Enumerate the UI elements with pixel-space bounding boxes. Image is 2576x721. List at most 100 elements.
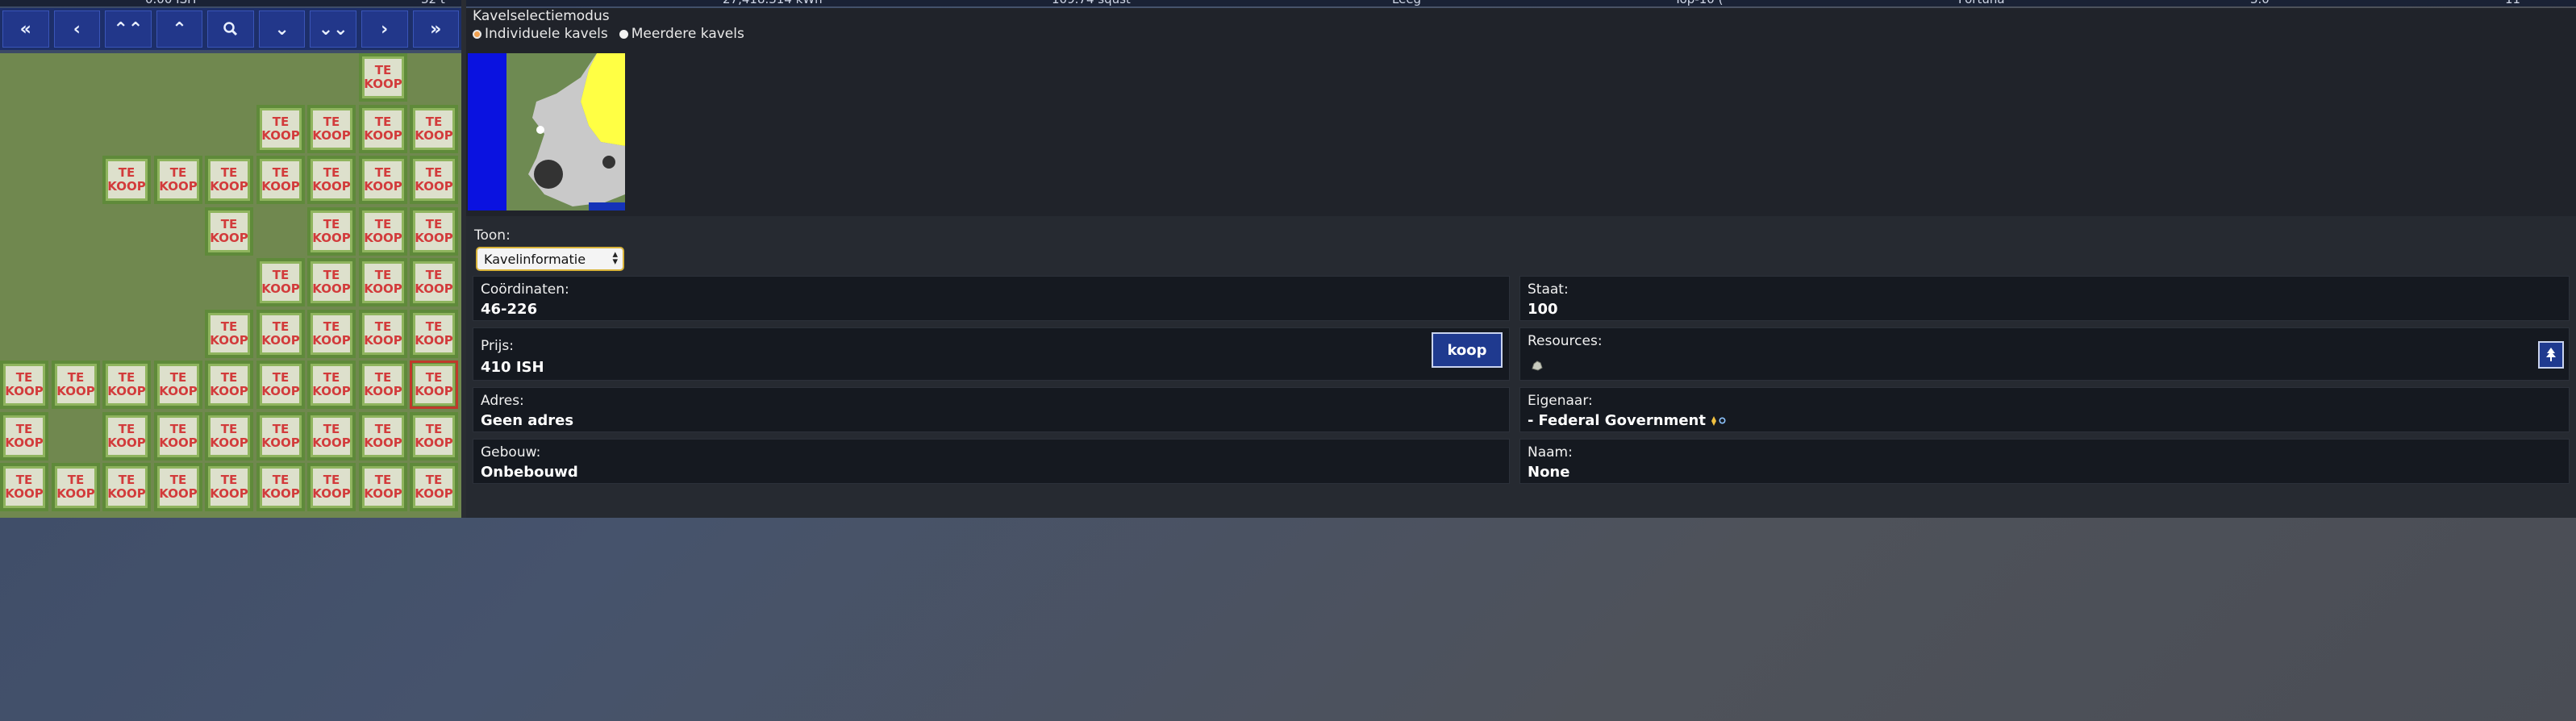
for-sale-lot[interactable]: TE KOOP	[154, 360, 202, 409]
for-sale-lot[interactable]: TE KOOP	[359, 463, 407, 511]
for-sale-lot[interactable]: TE KOOP	[307, 310, 356, 358]
for-sale-lot[interactable]: TE KOOP	[307, 207, 356, 256]
lot-sign-text: KOOP	[56, 486, 95, 501]
lot-sign-text: KOOP	[312, 179, 351, 194]
for-sale-lot[interactable]: TE KOOP	[359, 310, 407, 358]
individual-lots-radio[interactable]	[473, 29, 481, 39]
owner-value[interactable]: Federal Government	[1538, 412, 1705, 429]
for-sale-lot[interactable]: TE KOOP	[359, 258, 407, 306]
lot-sign-text: KOOP	[364, 486, 402, 501]
for-sale-lot[interactable]: TE KOOP	[256, 463, 305, 511]
for-sale-lot[interactable]: TE KOOP	[0, 412, 48, 461]
for-sale-lot[interactable]: TE KOOP	[52, 360, 100, 409]
lot-sign-text: TE	[323, 422, 340, 436]
multiple-lots-radio[interactable]	[619, 29, 628, 39]
lot-sign-text: TE	[220, 370, 238, 385]
for-sale-lot[interactable]: TE KOOP	[410, 207, 458, 256]
tree-filter-button[interactable]	[2538, 341, 2564, 369]
lot-sign-text: KOOP	[415, 333, 453, 348]
area-readout: 109.74 squst	[1052, 0, 1131, 6]
for-sale-lot[interactable]: TE KOOP	[359, 412, 407, 461]
minimap-thumbnail[interactable]	[468, 53, 625, 210]
double-right-icon[interactable]: »	[412, 10, 460, 48]
for-sale-lot[interactable]: TE KOOP	[102, 360, 151, 409]
for-sale-lot[interactable]: TE KOOP	[205, 156, 253, 204]
for-sale-lot[interactable]: TE KOOP	[52, 463, 100, 511]
lot-sign-text: KOOP	[364, 333, 402, 348]
plot-map[interactable]: TE KOOP TE KOOP TE KOOP TE KOOP TE KOOP TE KOOP TE KO…	[0, 53, 461, 518]
selected-for-sale-lot[interactable]: TE KOOP	[410, 360, 458, 409]
energy-readout: 27,418.314 kWh	[723, 0, 823, 6]
for-sale-lot[interactable]: TE KOOP	[410, 463, 458, 511]
for-sale-lot[interactable]: TE KOOP	[205, 310, 253, 358]
up-icon[interactable]: ⌃	[156, 10, 203, 48]
lot-sign-text: TE	[272, 115, 290, 129]
lot-sign-text: KOOP	[107, 436, 146, 450]
search-icon[interactable]	[207, 10, 254, 48]
individual-lots-label[interactable]: Individuele kavels	[485, 26, 608, 42]
lot-sign-text: TE	[118, 370, 135, 385]
for-sale-lot[interactable]: TE KOOP	[410, 156, 458, 204]
lot-sign-text: TE	[374, 319, 392, 334]
show-select[interactable]: Kavelinformatie ▴ ▾	[476, 247, 624, 271]
lot-sign-text: KOOP	[159, 384, 198, 398]
lot-sign-text: TE	[425, 165, 443, 180]
for-sale-lot[interactable]: TE KOOP	[256, 360, 305, 409]
double-left-icon[interactable]: «	[2, 10, 49, 48]
lot-sign-text: KOOP	[312, 384, 351, 398]
for-sale-lot[interactable]: TE KOOP	[307, 412, 356, 461]
for-sale-lot[interactable]: TE KOOP	[410, 412, 458, 461]
for-sale-lot[interactable]: TE KOOP	[0, 360, 48, 409]
double-up-icon[interactable]: ⌃⌃	[105, 10, 152, 48]
for-sale-lot[interactable]: TE KOOP	[359, 105, 407, 153]
lot-details-section: Toon: Kavelinformatie ▴ ▾ Coördinaten: 46…	[466, 216, 2576, 518]
for-sale-lot[interactable]: TE KOOP	[307, 360, 356, 409]
lot-sign-text: KOOP	[312, 486, 351, 501]
lot-sign-text: TE	[374, 115, 392, 129]
world-readout: Fortuna	[1958, 0, 2005, 6]
for-sale-lot[interactable]: TE KOOP	[410, 258, 458, 306]
for-sale-lot[interactable]: TE KOOP	[205, 463, 253, 511]
for-sale-lot[interactable]: TE KOOP	[410, 310, 458, 358]
for-sale-lot[interactable]: TE KOOP	[256, 105, 305, 153]
for-sale-lot[interactable]: TE KOOP	[256, 258, 305, 306]
for-sale-lot[interactable]: TE KOOP	[359, 207, 407, 256]
for-sale-lot[interactable]: TE KOOP	[102, 463, 151, 511]
for-sale-lot[interactable]: TE KOOP	[0, 463, 48, 511]
lot-sign-text: KOOP	[364, 77, 402, 91]
for-sale-lot[interactable]: TE KOOP	[256, 156, 305, 204]
for-sale-lot[interactable]: TE KOOP	[307, 105, 356, 153]
multiple-lots-label[interactable]: Meerdere kavels	[631, 26, 744, 42]
for-sale-lot[interactable]: TE KOOP	[307, 258, 356, 306]
double-down-icon[interactable]: ⌄⌄	[310, 10, 356, 48]
left-icon[interactable]: ‹	[53, 10, 101, 48]
for-sale-lot[interactable]: TE KOOP	[256, 412, 305, 461]
for-sale-lot[interactable]: TE KOOP	[154, 412, 202, 461]
lot-sign-text: KOOP	[5, 486, 44, 501]
for-sale-lot[interactable]: TE KOOP	[359, 156, 407, 204]
buy-button[interactable]: koop	[1432, 332, 1503, 368]
for-sale-lot[interactable]: TE KOOP	[154, 156, 202, 204]
lot-sign-text: TE	[220, 165, 238, 180]
select-arrows-icon: ▴ ▾	[612, 248, 618, 268]
owner-row: - Federal Government	[1528, 412, 1726, 429]
right-icon[interactable]: ›	[361, 10, 408, 48]
down-icon[interactable]: ⌄	[258, 10, 306, 48]
for-sale-lot[interactable]: TE KOOP	[102, 156, 151, 204]
for-sale-lot[interactable]: TE KOOP	[359, 53, 407, 102]
for-sale-lot[interactable]: TE KOOP	[102, 412, 151, 461]
lot-sign-text: TE	[169, 422, 187, 436]
lot-sign-text: KOOP	[364, 436, 402, 450]
for-sale-lot[interactable]: TE KOOP	[359, 360, 407, 409]
for-sale-lot[interactable]: TE KOOP	[307, 156, 356, 204]
lot-sign-text: KOOP	[5, 436, 44, 450]
for-sale-lot[interactable]: TE KOOP	[205, 207, 253, 256]
lot-sign-text: KOOP	[364, 128, 402, 143]
for-sale-lot[interactable]: TE KOOP	[256, 310, 305, 358]
for-sale-lot[interactable]: TE KOOP	[410, 105, 458, 153]
state-label: Staat:	[1528, 281, 1569, 298]
for-sale-lot[interactable]: TE KOOP	[205, 360, 253, 409]
for-sale-lot[interactable]: TE KOOP	[154, 463, 202, 511]
for-sale-lot[interactable]: TE KOOP	[205, 412, 253, 461]
for-sale-lot[interactable]: TE KOOP	[307, 463, 356, 511]
